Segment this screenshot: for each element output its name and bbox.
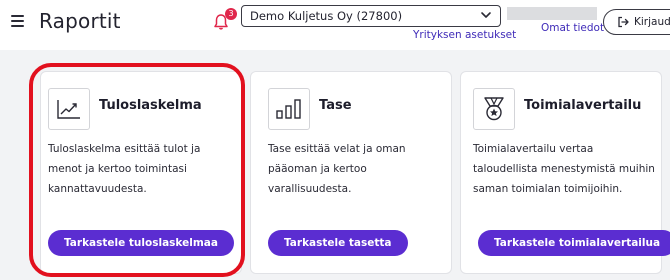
hamburger-menu-icon[interactable] [11, 15, 24, 27]
card-description: Tase esittää velat ja oman pääoman ja ke… [268, 143, 406, 195]
logout-icon [618, 16, 629, 28]
page-title: Raportit [39, 9, 121, 33]
card-description: Toimialavertailu vertaa taloudellista me… [473, 143, 655, 195]
card-description: Tuloslaskelma esittää tulot ja menot ja … [48, 143, 201, 195]
card-toimialavertailu: Toimialavertailu Toimialavertailu vertaa… [460, 71, 670, 274]
company-select[interactable]: Demo Kuljetus Oy (27800) [241, 5, 501, 27]
view-balance-sheet-button[interactable]: Tarkastele tasetta [268, 230, 408, 256]
card-title: Tase [319, 98, 352, 113]
notification-badge: 3 [225, 8, 237, 20]
view-industry-comparison-button[interactable]: Tarkastele toimialavertailua [478, 230, 670, 256]
medal-icon [473, 88, 515, 130]
card-title: Toimialavertailu [524, 98, 642, 113]
card-title: Tuloslaskelma [99, 98, 202, 113]
card-tase: Tase Tase esittää velat ja oman pääoman … [250, 71, 452, 274]
view-income-statement-button[interactable]: Tarkastele tuloslaskelmaa [48, 230, 234, 256]
logout-button[interactable]: Kirjaudu [603, 9, 670, 35]
own-info-link[interactable]: Omat tiedot [541, 22, 604, 34]
line-chart-icon [48, 88, 90, 130]
bar-chart-icon [268, 88, 310, 130]
user-name-redacted [507, 7, 597, 20]
company-select-value: Demo Kuljetus Oy (27800) [250, 9, 403, 23]
logout-label: Kirjaudu [634, 16, 670, 28]
card-tuloslaskelma: Tuloslaskelma Tuloslaskelma esittää tulo… [40, 71, 242, 274]
chevron-down-icon [481, 12, 491, 18]
top-bar: Raportit 3 Demo Kuljetus Oy (27800) Yrit… [0, 0, 670, 50]
company-settings-link[interactable]: Yrityksen asetukset [413, 29, 516, 41]
